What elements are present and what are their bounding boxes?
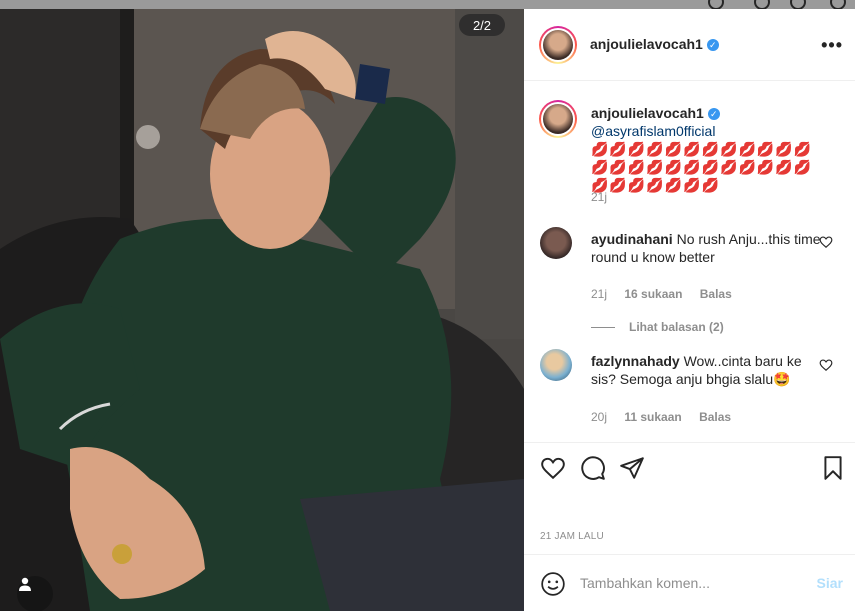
comment-like-heart-icon[interactable]	[819, 235, 833, 249]
avatar[interactable]	[539, 26, 577, 64]
comment-time: 20j	[591, 410, 608, 424]
add-comment-input[interactable]: Tambahkan komen...	[580, 575, 710, 591]
browser-top-strip	[0, 0, 855, 10]
post-timestamp: 21 JAM LALU	[540, 531, 604, 542]
comment-text: fazlynnahady Wow..cinta baru ke sis? Sem…	[591, 352, 821, 388]
comment-avatar[interactable]	[540, 227, 572, 259]
action-bar	[524, 442, 855, 492]
verified-badge-icon: ✓	[707, 108, 720, 121]
caption-username[interactable]: anjoulielavocah1	[591, 105, 704, 121]
view-replies-label: Lihat balasan (2)	[629, 320, 724, 334]
caption-time: 21j	[591, 190, 608, 204]
comment-icon[interactable]	[580, 455, 606, 481]
comments-list[interactable]: anjoulielavocah1 ✓ @asyrafislam0fficial 💋…	[524, 82, 855, 442]
add-comment-bar: Tambahkan komen... Siar	[524, 554, 855, 611]
verified-badge-icon: ✓	[706, 38, 719, 51]
replies-divider	[591, 327, 615, 329]
emoji-icon[interactable]	[540, 571, 566, 597]
comment-username[interactable]: ayudinahani	[591, 231, 673, 247]
post-photo[interactable]: 2/2	[0, 9, 524, 611]
comment-like-heart-icon[interactable]	[819, 358, 833, 372]
header-username-row: anjoulielavocah1 ✓	[590, 36, 719, 54]
comment-likes[interactable]: 16 sukaan	[624, 287, 682, 301]
comment-username[interactable]: fazlynnahady	[591, 353, 680, 369]
comment-meta: 21j 16 sukaan Balas	[591, 287, 746, 301]
bookmark-icon[interactable]	[820, 455, 846, 481]
caption-text: anjoulielavocah1 ✓ @asyrafislam0fficial 💋…	[591, 104, 821, 194]
photo-illustration	[0, 9, 524, 611]
post-comment-button[interactable]: Siar	[817, 575, 843, 591]
person-icon	[19, 577, 31, 591]
caption-mention[interactable]: @asyrafislam0fficial	[591, 123, 715, 139]
share-icon[interactable]	[619, 455, 645, 481]
caption-emojis: 💋💋💋💋💋💋💋💋💋💋💋💋💋💋💋💋💋💋💋💋💋💋💋💋💋💋💋💋💋💋💋	[591, 141, 813, 193]
image-counter: 2/2	[459, 14, 505, 36]
reply-button[interactable]: Balas	[700, 287, 732, 301]
comment-meta: 20j 11 sukaan Balas	[591, 410, 745, 424]
heart-icon[interactable]	[540, 455, 566, 481]
comment-time: 21j	[591, 287, 608, 301]
comment-avatar[interactable]	[540, 349, 572, 381]
more-options-icon[interactable]: •••	[821, 35, 843, 56]
header-username[interactable]: anjoulielavocah1	[590, 36, 703, 52]
view-replies-button[interactable]: Lihat balasan (2)	[591, 320, 724, 334]
post-panel: anjoulielavocah1 ✓ ••• anjoulielavocah1 ✓ …	[524, 9, 855, 611]
comment-likes[interactable]: 11 sukaan	[624, 410, 681, 424]
post-header: anjoulielavocah1 ✓ •••	[524, 9, 855, 81]
caption-avatar[interactable]	[539, 100, 577, 138]
user-tags-button[interactable]	[17, 576, 53, 611]
comment-text: ayudinahani No rush Anju...this time rou…	[591, 230, 821, 266]
reply-button[interactable]: Balas	[699, 410, 731, 424]
